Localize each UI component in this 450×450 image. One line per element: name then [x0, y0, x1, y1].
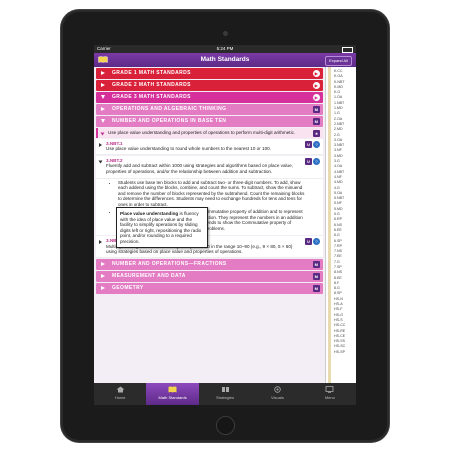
tab-math-standards[interactable]: Math Standards — [146, 383, 199, 405]
expand-arrow-icon — [99, 142, 102, 147]
visuals-icon — [274, 386, 281, 393]
help-icon[interactable]: ? — [313, 140, 320, 148]
play-icon[interactable]: ▶ — [313, 70, 320, 77]
math-badge-icon[interactable]: M — [313, 272, 320, 280]
star-icon[interactable]: ★ — [313, 130, 320, 137]
domain-row-g[interactable]: GEOMETRY M — [96, 282, 323, 294]
expand-all-button[interactable]: Expand All — [325, 56, 352, 66]
standard-row[interactable]: 3.NBT.2 Fluently add and subtract within… — [96, 155, 323, 179]
menu-icon — [325, 386, 334, 393]
math-badge-icon[interactable]: M — [313, 284, 320, 292]
index-item[interactable]: HS-SP — [334, 350, 356, 355]
math-badge-icon[interactable]: M — [313, 260, 320, 268]
app-screen: Carrier 5:24 PM Math Standards Expand Al… — [94, 45, 356, 405]
tab-label: Math Standards — [158, 395, 187, 400]
index-list: K.CC K.OA K.NBT K.MD K.G 1.OA 1.NBT 1.MD 1.G 2.OA… — [334, 69, 356, 355]
domain-label: MEASUREMENT AND DATA — [112, 272, 186, 279]
standards-list: GRADE 1 MATH STANDARDS ▶ GRADE 2 MATH STA… — [94, 67, 325, 383]
standard-code: 3.NBT.1 — [106, 140, 123, 146]
collapse-arrow-icon — [101, 95, 105, 99]
list-item: Students use base ten blocks to add and … — [118, 180, 309, 208]
book-icon — [168, 386, 177, 393]
math-badge-icon[interactable]: M — [313, 118, 320, 125]
domain-label: OPERATIONS AND ALGEBRAIC THINKING — [112, 106, 227, 112]
cluster-heading[interactable]: Use place value understanding and proper… — [96, 128, 323, 138]
standard-text: Use place value understanding to round w… — [106, 146, 271, 152]
domain-row-oa[interactable]: OPERATIONS AND ALGEBRAIC THINKING M — [96, 104, 323, 115]
domain-label: GEOMETRY — [112, 284, 144, 291]
collapse-arrow-icon — [101, 119, 105, 123]
ipad-device: Carrier 5:24 PM Math Standards Expand Al… — [61, 10, 389, 442]
domain-label: NUMBER AND OPERATIONS—FRACTIONS — [112, 260, 227, 267]
help-icon[interactable]: ? — [313, 157, 320, 165]
status-bar: Carrier 5:24 PM — [94, 45, 356, 53]
math-badge-icon[interactable]: M — [305, 140, 312, 148]
home-icon — [116, 386, 125, 393]
standards-index-bar[interactable]: K.CC K.OA K.NBT K.MD K.G 1.OA 1.NBT 1.MD 1.G 2.OA… — [325, 67, 356, 383]
math-badge-icon[interactable]: M — [305, 238, 312, 246]
tab-visuals[interactable]: Visuals — [251, 383, 303, 405]
page-title: Math Standards — [200, 56, 250, 63]
grade-3-label: GRADE 3 MATH STANDARDS — [112, 94, 191, 100]
expand-arrow-icon — [101, 83, 105, 87]
tab-label: Visuals — [271, 395, 284, 400]
expand-arrow-icon — [101, 71, 105, 75]
expand-arrow-icon — [101, 273, 105, 278]
tab-bar: Home Math Standards Strategies Visuals M… — [94, 383, 356, 405]
tooltip-term: Place value understanding — [120, 211, 179, 216]
tab-label: Menu — [324, 395, 335, 400]
camera — [223, 31, 228, 36]
nav-bar: Math Standards Expand All — [94, 53, 356, 67]
tab-label: Home — [114, 395, 126, 400]
collapse-arrow-icon — [100, 132, 105, 136]
collapse-arrow-icon — [98, 160, 103, 164]
play-icon[interactable]: ▶ — [313, 82, 320, 89]
clock-time: 5:24 PM — [216, 46, 234, 51]
domain-row-nf[interactable]: NUMBER AND OPERATIONS—FRACTIONS M — [96, 258, 323, 270]
domain-row-md[interactable]: MEASUREMENT AND DATA M — [96, 270, 323, 282]
domain-label: NUMBER AND OPERATIONS IN BASE TEN — [112, 118, 227, 124]
expand-arrow-icon — [101, 107, 105, 111]
expand-arrow-icon — [101, 261, 105, 266]
standard-text: Fluently add and subtract within 1000 us… — [106, 163, 293, 174]
grade-2-row[interactable]: GRADE 2 MATH STANDARDS ▶ — [96, 80, 323, 91]
tab-home[interactable]: Home — [94, 383, 146, 405]
help-icon[interactable]: ? — [313, 238, 320, 246]
grade-2-label: GRADE 2 MATH STANDARDS — [112, 82, 191, 88]
grade-1-row[interactable]: GRADE 1 MATH STANDARDS ▶ — [96, 68, 323, 79]
home-button[interactable] — [216, 416, 235, 435]
standard-badges: M? — [304, 157, 320, 165]
scroll-track[interactable] — [328, 67, 331, 383]
domain-row-nbt[interactable]: NUMBER AND OPERATIONS IN BASE TEN M — [96, 116, 323, 127]
standard-badges: M? — [304, 238, 320, 246]
tooltip-text: is fluency with the idea of place value … — [120, 211, 202, 244]
tab-label: Strategies — [216, 395, 235, 400]
math-badge-icon[interactable]: M — [313, 106, 320, 113]
expand-arrow-icon — [99, 240, 102, 245]
grade-3-row[interactable]: GRADE 3 MATH STANDARDS ▶ — [96, 92, 323, 103]
tab-strategies[interactable]: Strategies — [199, 383, 251, 405]
cluster-text: Use place value understanding and proper… — [108, 130, 296, 135]
play-icon[interactable]: ▶ — [313, 94, 320, 101]
tab-menu[interactable]: Menu — [304, 383, 356, 405]
math-badge-icon[interactable]: M — [305, 157, 312, 165]
expand-arrow-icon — [101, 285, 105, 290]
standard-code: 3.NBT.2 — [106, 157, 123, 163]
strategies-icon — [221, 387, 229, 392]
grade-1-label: GRADE 1 MATH STANDARDS — [112, 70, 191, 76]
standard-row[interactable]: 3.NBT.1 Use place value understanding to… — [96, 138, 323, 155]
definition-tooltip: Place value understanding is fluency wit… — [116, 207, 208, 248]
standard-badges: M? — [304, 140, 320, 148]
